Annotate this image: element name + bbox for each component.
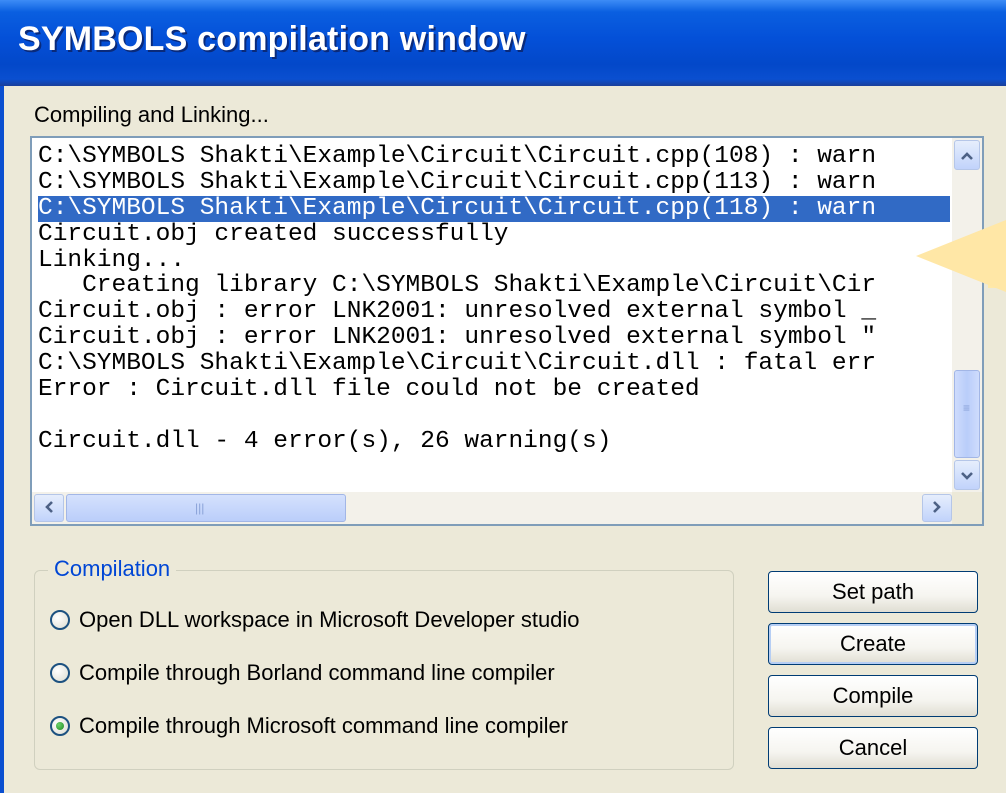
title-bar[interactable]: SYMBOLS compilation window <box>0 0 1006 86</box>
log-line[interactable]: Linking... <box>38 247 950 274</box>
log-line[interactable]: Circuit.obj : error LNK2001: unresolved … <box>38 299 950 325</box>
log-line[interactable] <box>38 403 950 429</box>
radio-button-checked[interactable] <box>50 716 70 736</box>
horizontal-scrollbar[interactable]: ||| <box>32 492 954 524</box>
radio-open-dll-workspace[interactable]: Open DLL workspace in Microsoft Develope… <box>50 607 580 633</box>
log-line[interactable]: Circuit.obj created successfully <box>38 221 950 248</box>
compilation-group-legend: Compilation <box>48 556 177 582</box>
scroll-up-button[interactable] <box>954 140 980 170</box>
radio-button[interactable] <box>50 610 70 630</box>
radio-borland-compiler[interactable]: Compile through Borland command line com… <box>50 660 555 686</box>
output-log-lines: C:\SYMBOLS Shakti\Example\Circuit\Circui… <box>38 144 950 484</box>
grip-icon: ||| <box>195 501 205 515</box>
radio-label: Open DLL workspace in Microsoft Develope… <box>79 607 580 632</box>
radio-label: Compile through Microsoft command line c… <box>79 713 569 738</box>
output-log[interactable]: C:\SYMBOLS Shakti\Example\Circuit\Circui… <box>30 136 984 526</box>
tooltip-pointer-arrow <box>916 220 1006 292</box>
set-path-button[interactable]: Set path <box>768 571 978 613</box>
scroll-down-button[interactable] <box>954 460 980 490</box>
scroll-right-button[interactable] <box>922 494 952 522</box>
vertical-scrollbar[interactable]: ≡ <box>952 138 982 492</box>
scrollbar-corner <box>952 492 982 524</box>
radio-button[interactable] <box>50 663 70 683</box>
radio-microsoft-compiler[interactable]: Compile through Microsoft command line c… <box>50 713 568 739</box>
create-button[interactable]: Create <box>768 623 978 665</box>
chevron-right-icon <box>932 498 942 519</box>
log-line[interactable]: Circuit.dll - 4 error(s), 26 warning(s) <box>38 428 950 455</box>
status-label: Compiling and Linking... <box>34 102 269 127</box>
grip-icon: ≡ <box>963 401 971 415</box>
scroll-left-button[interactable] <box>34 494 64 522</box>
radio-label: Compile through Borland command line com… <box>79 660 555 685</box>
log-line-selected[interactable]: C:\SYMBOLS Shakti\Example\Circuit\Circui… <box>38 195 950 222</box>
log-line[interactable]: Creating library C:\SYMBOLS Shakti\Examp… <box>38 273 950 299</box>
log-line[interactable]: C:\SYMBOLS Shakti\Example\Circuit\Circui… <box>38 169 950 196</box>
log-line[interactable]: Error : Circuit.dll file could not be cr… <box>38 377 950 403</box>
horizontal-scroll-thumb[interactable]: ||| <box>66 494 346 522</box>
vertical-scroll-thumb[interactable]: ≡ <box>954 370 980 458</box>
chevron-up-icon <box>960 145 974 166</box>
log-line[interactable]: Circuit.obj : error LNK2001: unresolved … <box>38 325 950 351</box>
log-line[interactable]: C:\SYMBOLS Shakti\Example\Circuit\Circui… <box>38 144 950 170</box>
log-line[interactable]: C:\SYMBOLS Shakti\Example\Circuit\Circui… <box>38 351 950 377</box>
compile-button[interactable]: Compile <box>768 675 978 717</box>
chevron-down-icon <box>960 465 974 486</box>
window-title: SYMBOLS compilation window <box>18 20 526 58</box>
chevron-left-icon <box>44 498 54 519</box>
cancel-button[interactable]: Cancel <box>768 727 978 769</box>
